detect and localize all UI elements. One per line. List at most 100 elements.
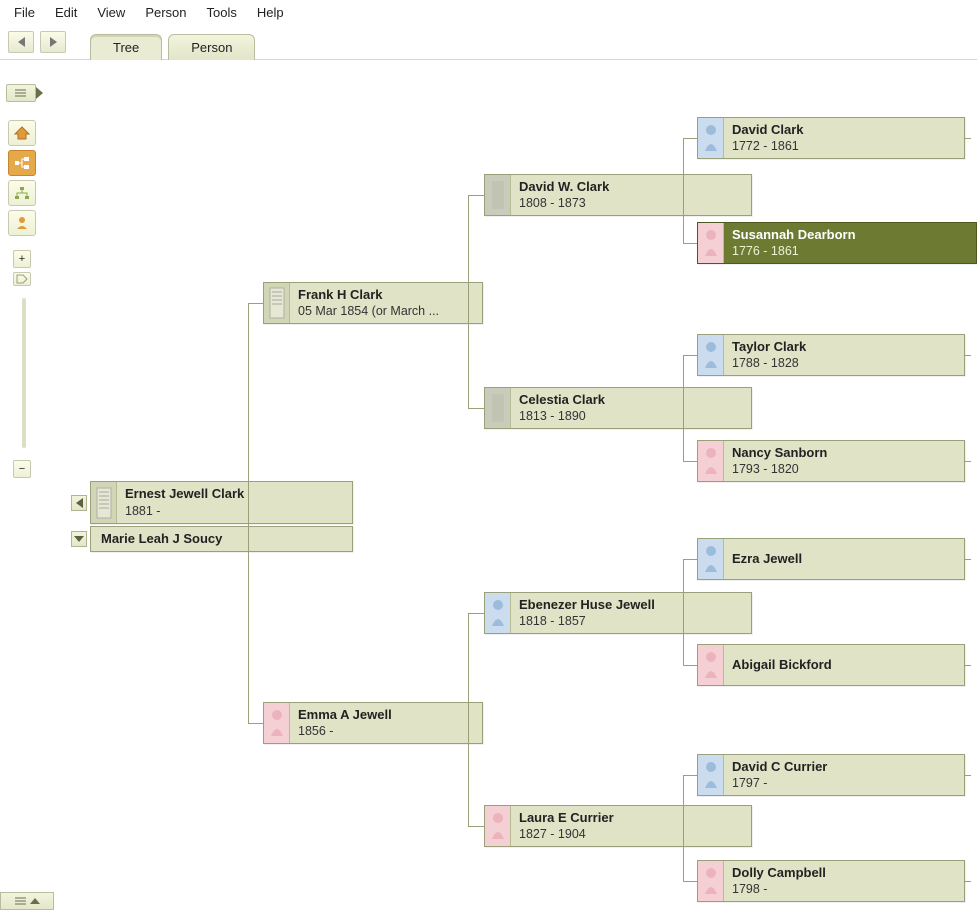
pedigree-icon bbox=[14, 156, 30, 170]
person-dates: 1793 - 1820 bbox=[732, 461, 956, 477]
chevron-up-icon bbox=[30, 898, 40, 904]
silhouette-male-icon bbox=[698, 335, 724, 375]
person-mmf[interactable]: David C Currier1797 - bbox=[697, 754, 965, 796]
silhouette-male-icon bbox=[485, 593, 511, 633]
person-fm[interactable]: Celestia Clark1813 - 1890 bbox=[484, 387, 752, 429]
person-name: David C Currier bbox=[732, 759, 956, 776]
zoom-tag-button[interactable] bbox=[13, 272, 31, 286]
nav-back-button[interactable] bbox=[8, 31, 34, 53]
silhouette-male-icon bbox=[698, 539, 724, 579]
triangle-left-icon bbox=[18, 37, 25, 47]
person-dates: 1797 - bbox=[732, 775, 956, 791]
connector bbox=[468, 195, 484, 196]
connector bbox=[468, 408, 484, 409]
menu-person[interactable]: Person bbox=[137, 3, 194, 22]
list-icon bbox=[14, 896, 28, 906]
connector bbox=[468, 826, 484, 827]
home-icon bbox=[14, 126, 30, 140]
person-dates: 1813 - 1890 bbox=[519, 408, 743, 424]
person-spouse[interactable]: Marie Leah J Soucy bbox=[90, 526, 353, 552]
person-view-button[interactable] bbox=[8, 210, 36, 236]
connector bbox=[683, 559, 684, 665]
connector bbox=[965, 775, 971, 776]
silhouette-male-icon bbox=[698, 755, 724, 795]
silhouette-female-icon bbox=[698, 223, 724, 263]
thumb-doc bbox=[264, 283, 290, 323]
zoom-out-button[interactable]: − bbox=[13, 460, 31, 478]
person-mm[interactable]: Laura E Currier1827 - 1904 bbox=[484, 805, 752, 847]
person-dates: 1881 - bbox=[125, 503, 344, 519]
person-name: David W. Clark bbox=[519, 179, 743, 196]
family-view-button[interactable] bbox=[8, 180, 36, 206]
nav-forward-button[interactable] bbox=[40, 31, 66, 53]
person-dates: 1772 - 1861 bbox=[732, 138, 956, 154]
connector bbox=[683, 559, 697, 560]
connector bbox=[965, 881, 971, 882]
person-root[interactable]: Ernest Jewell Clark 1881 - bbox=[90, 481, 353, 524]
person-name: David Clark bbox=[732, 122, 956, 139]
connector bbox=[965, 665, 971, 666]
silhouette-male-icon bbox=[698, 118, 724, 158]
connector bbox=[468, 613, 469, 826]
index-panel-toggle[interactable] bbox=[6, 84, 36, 102]
person-fmm[interactable]: Nancy Sanborn1793 - 1820 bbox=[697, 440, 965, 482]
spouse-expand-down[interactable] bbox=[71, 531, 87, 547]
tab-bar: Tree Person bbox=[0, 24, 977, 60]
silhouette-female-icon bbox=[264, 703, 290, 743]
person-info: Marie Leah J Soucy bbox=[91, 527, 352, 551]
connector bbox=[683, 243, 697, 244]
person-fff[interactable]: David Clark1772 - 1861 bbox=[697, 117, 965, 159]
bottom-index-toggle[interactable] bbox=[0, 892, 54, 910]
plus-icon: + bbox=[19, 253, 25, 265]
minus-icon: − bbox=[19, 463, 25, 475]
person-name: Frank H Clark bbox=[298, 287, 474, 304]
person-name: Marie Leah J Soucy bbox=[101, 531, 344, 548]
person-name: Nancy Sanborn bbox=[732, 445, 956, 462]
menu-edit[interactable]: Edit bbox=[47, 3, 85, 22]
connector bbox=[683, 775, 697, 776]
menu-view[interactable]: View bbox=[89, 3, 133, 22]
person-mother[interactable]: Emma A Jewell1856 - bbox=[263, 702, 483, 744]
connector bbox=[468, 195, 469, 408]
zoom-in-button[interactable]: + bbox=[13, 250, 31, 268]
person-fmf[interactable]: Taylor Clark1788 - 1828 bbox=[697, 334, 965, 376]
root-expand-left[interactable] bbox=[71, 495, 87, 511]
menu-help[interactable]: Help bbox=[249, 3, 292, 22]
tab-person-label: Person bbox=[191, 40, 232, 55]
person-mfm[interactable]: Abigail Bickford bbox=[697, 644, 965, 686]
pedigree-canvas[interactable]: Ernest Jewell Clark 1881 - Marie Leah J … bbox=[48, 82, 977, 910]
person-dates: 05 Mar 1854 (or March ... bbox=[298, 303, 474, 319]
connector bbox=[468, 613, 484, 614]
person-name: Ezra Jewell bbox=[732, 551, 956, 568]
person-ffm-selected[interactable]: Susannah Dearborn1776 - 1861 bbox=[697, 222, 977, 264]
pedigree-view-button[interactable] bbox=[8, 150, 36, 176]
person-name: Ebenezer Huse Jewell bbox=[519, 597, 743, 614]
zoom-slider[interactable] bbox=[22, 298, 26, 448]
connector bbox=[248, 723, 263, 724]
tab-tree[interactable]: Tree bbox=[90, 34, 162, 60]
tab-tree-label: Tree bbox=[113, 40, 139, 55]
connector bbox=[965, 355, 971, 356]
silhouette-female-icon bbox=[698, 645, 724, 685]
person-name: Susannah Dearborn bbox=[732, 227, 968, 244]
menu-tools[interactable]: Tools bbox=[199, 3, 245, 22]
connector bbox=[683, 138, 684, 243]
person-dates: 1827 - 1904 bbox=[519, 826, 743, 842]
descendant-icon bbox=[14, 186, 30, 200]
person-ff[interactable]: David W. Clark1808 - 1873 bbox=[484, 174, 752, 216]
expand-right-icon bbox=[36, 87, 43, 99]
chevron-down-icon bbox=[74, 536, 84, 542]
person-mmm[interactable]: Dolly Campbell1798 - bbox=[697, 860, 965, 902]
home-person-button[interactable] bbox=[8, 120, 36, 146]
person-info: Ernest Jewell Clark 1881 - bbox=[117, 482, 352, 523]
thumb-doc bbox=[91, 482, 117, 523]
person-father[interactable]: Frank H Clark05 Mar 1854 (or March ... bbox=[263, 282, 483, 324]
tab-person[interactable]: Person bbox=[168, 34, 255, 60]
person-mf[interactable]: Ebenezer Huse Jewell1818 - 1857 bbox=[484, 592, 752, 634]
person-mff[interactable]: Ezra Jewell bbox=[697, 538, 965, 580]
person-name: Abigail Bickford bbox=[732, 657, 956, 674]
silhouette-female-icon bbox=[698, 441, 724, 481]
connector bbox=[965, 461, 971, 462]
thumb-gray bbox=[485, 175, 511, 215]
menu-file[interactable]: File bbox=[6, 3, 43, 22]
